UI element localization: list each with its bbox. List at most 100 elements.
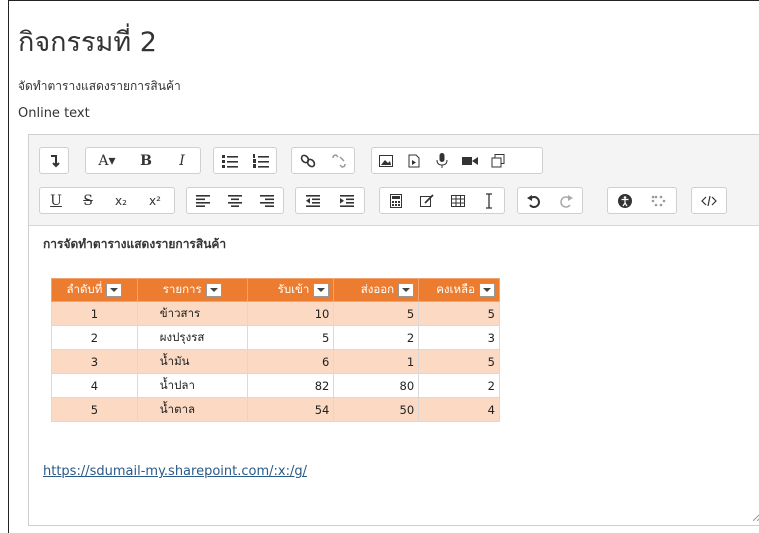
sharepoint-link[interactable]: https://sdumail-my.sharepoint.com/:x:/g/ xyxy=(43,464,307,479)
italic-button[interactable]: I xyxy=(164,148,200,173)
font-size-button[interactable]: A▾ xyxy=(86,148,128,173)
activity-description: จัดทำตารางแสดงรายการสินค้า xyxy=(18,79,181,93)
table-cell[interactable]: 10 xyxy=(246,301,335,326)
table-cell[interactable]: 3 xyxy=(51,349,138,374)
filter-dropdown-icon[interactable] xyxy=(398,282,415,297)
toolbar-group-html xyxy=(691,187,727,214)
table-cell[interactable]: 50 xyxy=(333,397,420,422)
toolbar-group-lists xyxy=(213,147,277,174)
table-cell[interactable]: 80 xyxy=(333,373,420,398)
toolbar-group-media xyxy=(371,147,543,174)
filter-dropdown-icon[interactable] xyxy=(106,282,123,297)
image-icon xyxy=(379,154,393,167)
toolbar-group-history xyxy=(517,187,583,214)
bullet-list-icon xyxy=(221,154,238,168)
media-file-icon xyxy=(408,154,420,167)
strikethrough-button[interactable]: S xyxy=(72,188,104,213)
manage-files-button[interactable] xyxy=(484,148,512,173)
superscript-button[interactable]: x² xyxy=(138,188,172,213)
table-cell[interactable]: 5 xyxy=(333,301,420,326)
table-cell[interactable]: 2 xyxy=(51,325,138,350)
bold-button[interactable]: B xyxy=(128,148,164,173)
table-cell[interactable]: น้ำมัน xyxy=(136,349,248,374)
table-header-cell[interactable]: ส่งออก xyxy=(333,278,420,302)
filter-dropdown-icon[interactable] xyxy=(205,282,222,297)
accessibility-checker-button[interactable] xyxy=(608,188,642,213)
table-cell[interactable]: น้ำตาล xyxy=(136,397,248,422)
insert-media-button[interactable] xyxy=(400,148,428,173)
table-cell[interactable]: 4 xyxy=(418,397,500,422)
rich-text-editor[interactable]: A▾ B I U S x₂ x² การจัดทำตารางแสดงรายการ… xyxy=(28,134,759,526)
align-right-button[interactable] xyxy=(251,188,283,213)
outdent-button[interactable] xyxy=(296,188,330,213)
redo-button[interactable] xyxy=(550,188,582,213)
toolbar-group-align xyxy=(186,187,284,214)
text-cursor-icon xyxy=(485,192,492,209)
html-source-button[interactable] xyxy=(692,188,726,213)
table-cell[interactable]: 4 xyxy=(51,373,138,398)
insert-image-button[interactable] xyxy=(372,148,400,173)
resize-handle-icon[interactable] xyxy=(753,513,759,521)
table-cell[interactable]: 82 xyxy=(246,373,335,398)
undo-icon xyxy=(527,194,540,208)
table-cell[interactable]: ข้าวสาร xyxy=(136,301,248,326)
ordered-list-button[interactable] xyxy=(245,148,276,173)
numbered-list-icon xyxy=(252,153,269,168)
undo-button[interactable] xyxy=(518,188,550,213)
table-cell[interactable]: น้ำปลา xyxy=(136,373,248,398)
table-cell[interactable]: 54 xyxy=(246,397,335,422)
page-title: กิจกรรมที่ 2 xyxy=(18,27,157,58)
filter-dropdown-icon[interactable] xyxy=(313,282,330,297)
table-cell[interactable]: 2 xyxy=(333,325,420,350)
table-cell[interactable]: 6 xyxy=(246,349,335,374)
subscript-button[interactable]: x₂ xyxy=(104,188,138,213)
table-cell[interactable]: 5 xyxy=(418,301,500,326)
unordered-list-button[interactable] xyxy=(214,148,245,173)
insert-table-button[interactable] xyxy=(442,188,473,213)
table-cell[interactable]: 3 xyxy=(418,325,500,350)
online-text-label: Online text xyxy=(18,106,90,121)
table-header-cell[interactable]: รายการ xyxy=(136,278,248,302)
indent-icon xyxy=(340,194,354,207)
toolbar-group-toggle xyxy=(39,147,69,174)
indent-button[interactable] xyxy=(330,188,364,213)
link-button[interactable] xyxy=(292,148,323,173)
align-center-button[interactable] xyxy=(219,188,251,213)
align-right-icon xyxy=(260,194,274,207)
record-audio-button[interactable] xyxy=(428,148,456,173)
special-character-button[interactable] xyxy=(411,188,442,213)
align-left-button[interactable] xyxy=(187,188,219,213)
table-cell[interactable]: 1 xyxy=(333,349,420,374)
toolbar-group-indent xyxy=(295,187,365,214)
collapse-arrow-icon xyxy=(51,154,60,167)
code-icon xyxy=(701,195,717,206)
table-row: 4 น้ำปลา 82 80 2 xyxy=(51,373,500,398)
equation-button[interactable] xyxy=(380,188,411,213)
table-cell[interactable]: 5 xyxy=(51,397,138,422)
table-icon xyxy=(450,194,465,207)
toolbar-group-links xyxy=(291,147,355,174)
edit-square-icon xyxy=(419,193,434,207)
align-left-icon xyxy=(196,194,210,207)
unlink-button[interactable] xyxy=(323,148,354,173)
table-cell[interactable]: 5 xyxy=(246,325,335,350)
clear-formatting-button[interactable] xyxy=(473,188,504,213)
link-icon xyxy=(300,154,315,167)
underline-button[interactable]: U xyxy=(40,188,72,213)
table-header-cell[interactable]: ลำดับที่ xyxy=(51,278,138,302)
table-cell[interactable]: 1 xyxy=(51,301,138,326)
screenreader-helper-button[interactable] xyxy=(642,188,676,213)
table-cell[interactable]: 2 xyxy=(418,373,500,398)
table-header-cell[interactable]: รับเข้า xyxy=(246,278,335,302)
content-heading: การจัดทำตารางแสดงรายการสินค้า xyxy=(43,237,227,251)
toolbar-toggle-button[interactable] xyxy=(40,148,68,173)
filter-dropdown-icon[interactable] xyxy=(479,282,495,297)
redo-icon xyxy=(560,194,573,208)
table-header-cell[interactable]: คงเหลือ xyxy=(418,278,500,302)
table-cell[interactable]: ผงปรุงรส xyxy=(136,325,248,350)
editor-content-area[interactable]: การจัดทำตารางแสดงรายการสินค้า ลำดับที่ ร… xyxy=(29,226,759,526)
record-video-button[interactable] xyxy=(456,148,484,173)
table-cell[interactable]: 5 xyxy=(418,349,500,374)
microphone-icon xyxy=(436,153,448,168)
table-header-row: ลำดับที่ รายการ รับเข้า ส่งออก คงเหลือ xyxy=(51,278,500,302)
